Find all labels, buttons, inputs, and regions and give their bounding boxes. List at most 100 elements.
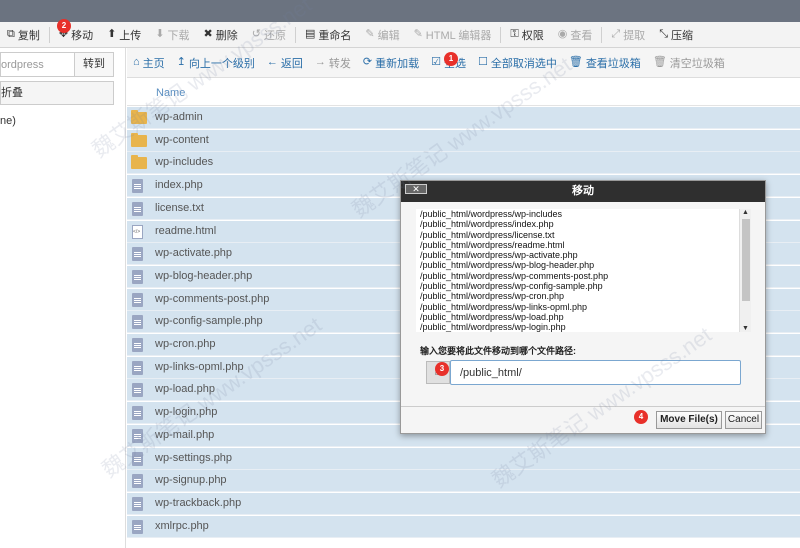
toolbar-extract-button[interactable]: ⤢ 提取 [604,22,652,47]
nav-back-button[interactable]: ← 返回 [261,48,309,77]
go-button[interactable]: 转到 [75,53,113,76]
nav-reload-button[interactable]: ⟳ 重新加载 [357,48,425,77]
rename-icon: ▤ [304,28,316,40]
toolbar-download-button[interactable]: ⬇ 下载 [148,22,196,47]
html-file-icon [132,224,143,239]
file-name: wp-activate.php [155,247,233,260]
top-bar [0,0,800,22]
toolbar-edit-button[interactable]: ✎ 编辑 [358,22,406,47]
file-row[interactable]: wp-trackback.php [127,492,800,515]
toolbar-label: 上传 [119,29,142,42]
file-row[interactable]: wp-signup.php [127,470,800,493]
toolbar-label: 压缩 [671,29,693,42]
destination-prompt: 输入您要将此文件移动到哪个文件路径: [420,346,576,356]
file-name: wp-trackback.php [155,496,242,509]
toolbar-eye-button[interactable]: ◉ 查看 [551,22,600,47]
toolbar-label: 还原 [263,29,286,42]
toolbar-restore-button[interactable]: ↺ 还原 [245,22,293,47]
key-icon: ⚿ [510,28,519,40]
file-icon [132,201,143,216]
dialog-divider [401,406,765,407]
toolbar-separator [48,26,50,43]
toolbar-compress-button[interactable]: ⤡ 压缩 [652,22,700,47]
nav-label: 清空垃圾箱 [669,57,725,70]
nav-home-button[interactable]: ⌂ 主页 [127,48,171,77]
selected-file-path: /public_html/wordpress/wp-blog-header.ph… [420,260,595,271]
move-files-button[interactable]: Move File(s) [656,411,722,429]
nav-deselect-button[interactable]: ☐ 全部取消选中 [472,48,563,77]
restore-icon: ↺ [251,28,261,40]
toolbar-label: 提取 [623,29,646,42]
name-column-header[interactable]: Name [156,87,185,99]
toolbar-label: 查看 [570,29,593,42]
folder-icon [131,110,147,124]
level-up-icon: ↥ [176,56,186,68]
file-icon [132,406,143,421]
file-icon [132,292,143,307]
selected-file-path: /public_html/wordpress/wp-activate.php [420,250,578,261]
delete-icon: ✖ [203,28,213,40]
toolbar-separator [294,26,296,43]
file-name: readme.html [155,224,217,237]
sidebar: 转到 折叠 ne) [0,48,126,548]
file-row[interactable]: xmlrpc.php [127,515,800,538]
file-name: wp-admin [155,111,203,123]
nav-empty-trash-button[interactable]: 🗑 清空垃圾箱 [647,48,731,77]
destination-path-input[interactable] [450,360,741,385]
toolbar-html-editor-button[interactable]: ✎ HTML 编辑器 [407,22,499,47]
toolbar-upload-button[interactable]: ⬆ 上传 [100,22,148,47]
nav-label: 向上一个级别 [188,57,255,70]
nav-trash-button[interactable]: 🗑 查看垃圾箱 [563,48,647,77]
selected-file-path: /public_html/wordpress/wp-load.php [420,311,564,322]
tree-item[interactable]: ne) [0,115,16,127]
file-row[interactable]: wp-admin [127,107,800,129]
file-icon [132,428,143,443]
file-icon [132,338,143,352]
file-icon [132,247,143,262]
toolbar-label: 编辑 [377,29,400,42]
toolbar-delete-button[interactable]: ✖ 删除 [197,22,245,47]
list-scrollbar[interactable]: ▲ ▼ [739,209,751,332]
selected-files-list: /public_html/wordpress/wp-includes/publi… [416,209,739,332]
file-name: wp-cron.php [155,338,216,350]
nav-label: 主页 [142,57,165,70]
trash-icon: 🗑 [568,56,583,68]
toolbar-key-button[interactable]: ⚿ 权限 [503,22,550,47]
close-icon[interactable]: ✕ [405,184,427,194]
directory-input[interactable] [1,53,75,76]
file-icon [132,179,143,194]
reload-icon: ⟳ [362,56,373,68]
toolbar-label: 复制 [17,29,40,42]
step-badge-2: 2 [57,19,71,33]
selected-file-path: /public_html/wordpress/wp-comments-post.… [420,270,609,281]
file-name: wp-login.php [155,406,218,419]
file-row[interactable]: wp-settings.php [127,447,800,470]
file-row[interactable]: wp-includes [127,152,800,175]
nav-level-up-button[interactable]: ↥ 向上一个级别 [171,48,261,77]
step-badge-4: 4 [634,410,648,424]
nav-forward-button[interactable]: → 转发 [309,48,357,77]
scroll-thumb[interactable] [742,219,750,301]
home-icon: ⌂ [133,56,140,68]
extract-icon: ⤢ [611,28,621,40]
file-name: index.php [155,179,203,192]
scroll-down-icon[interactable]: ▼ [742,325,749,332]
toolbar-rename-button[interactable]: ▤ 重命名 [298,22,358,47]
nav-label: 重新加载 [375,57,420,70]
edit-icon: ✎ [365,28,375,40]
collapse-button[interactable]: 折叠 [0,81,114,105]
file-row[interactable]: wp-content [127,129,800,152]
file-name: wp-content [155,133,209,146]
step-badge-1: 1 [444,52,458,66]
forward-icon: → [314,56,326,68]
move-dialog: 移动 ✕ /public_html/wordpress/wp-includes /… [400,180,766,434]
step-badge-3: 3 [435,362,449,376]
copy-icon: ⧉ [7,28,15,40]
back-icon: ← [266,56,278,68]
file-icon [132,383,143,398]
cancel-button[interactable]: Cancel [725,411,762,429]
toolbar-copy-button[interactable]: ⧉ 复制 [0,22,47,47]
download-icon: ⬇ [155,28,165,40]
folder-icon [131,155,147,170]
scroll-up-icon[interactable]: ▲ [742,209,749,216]
